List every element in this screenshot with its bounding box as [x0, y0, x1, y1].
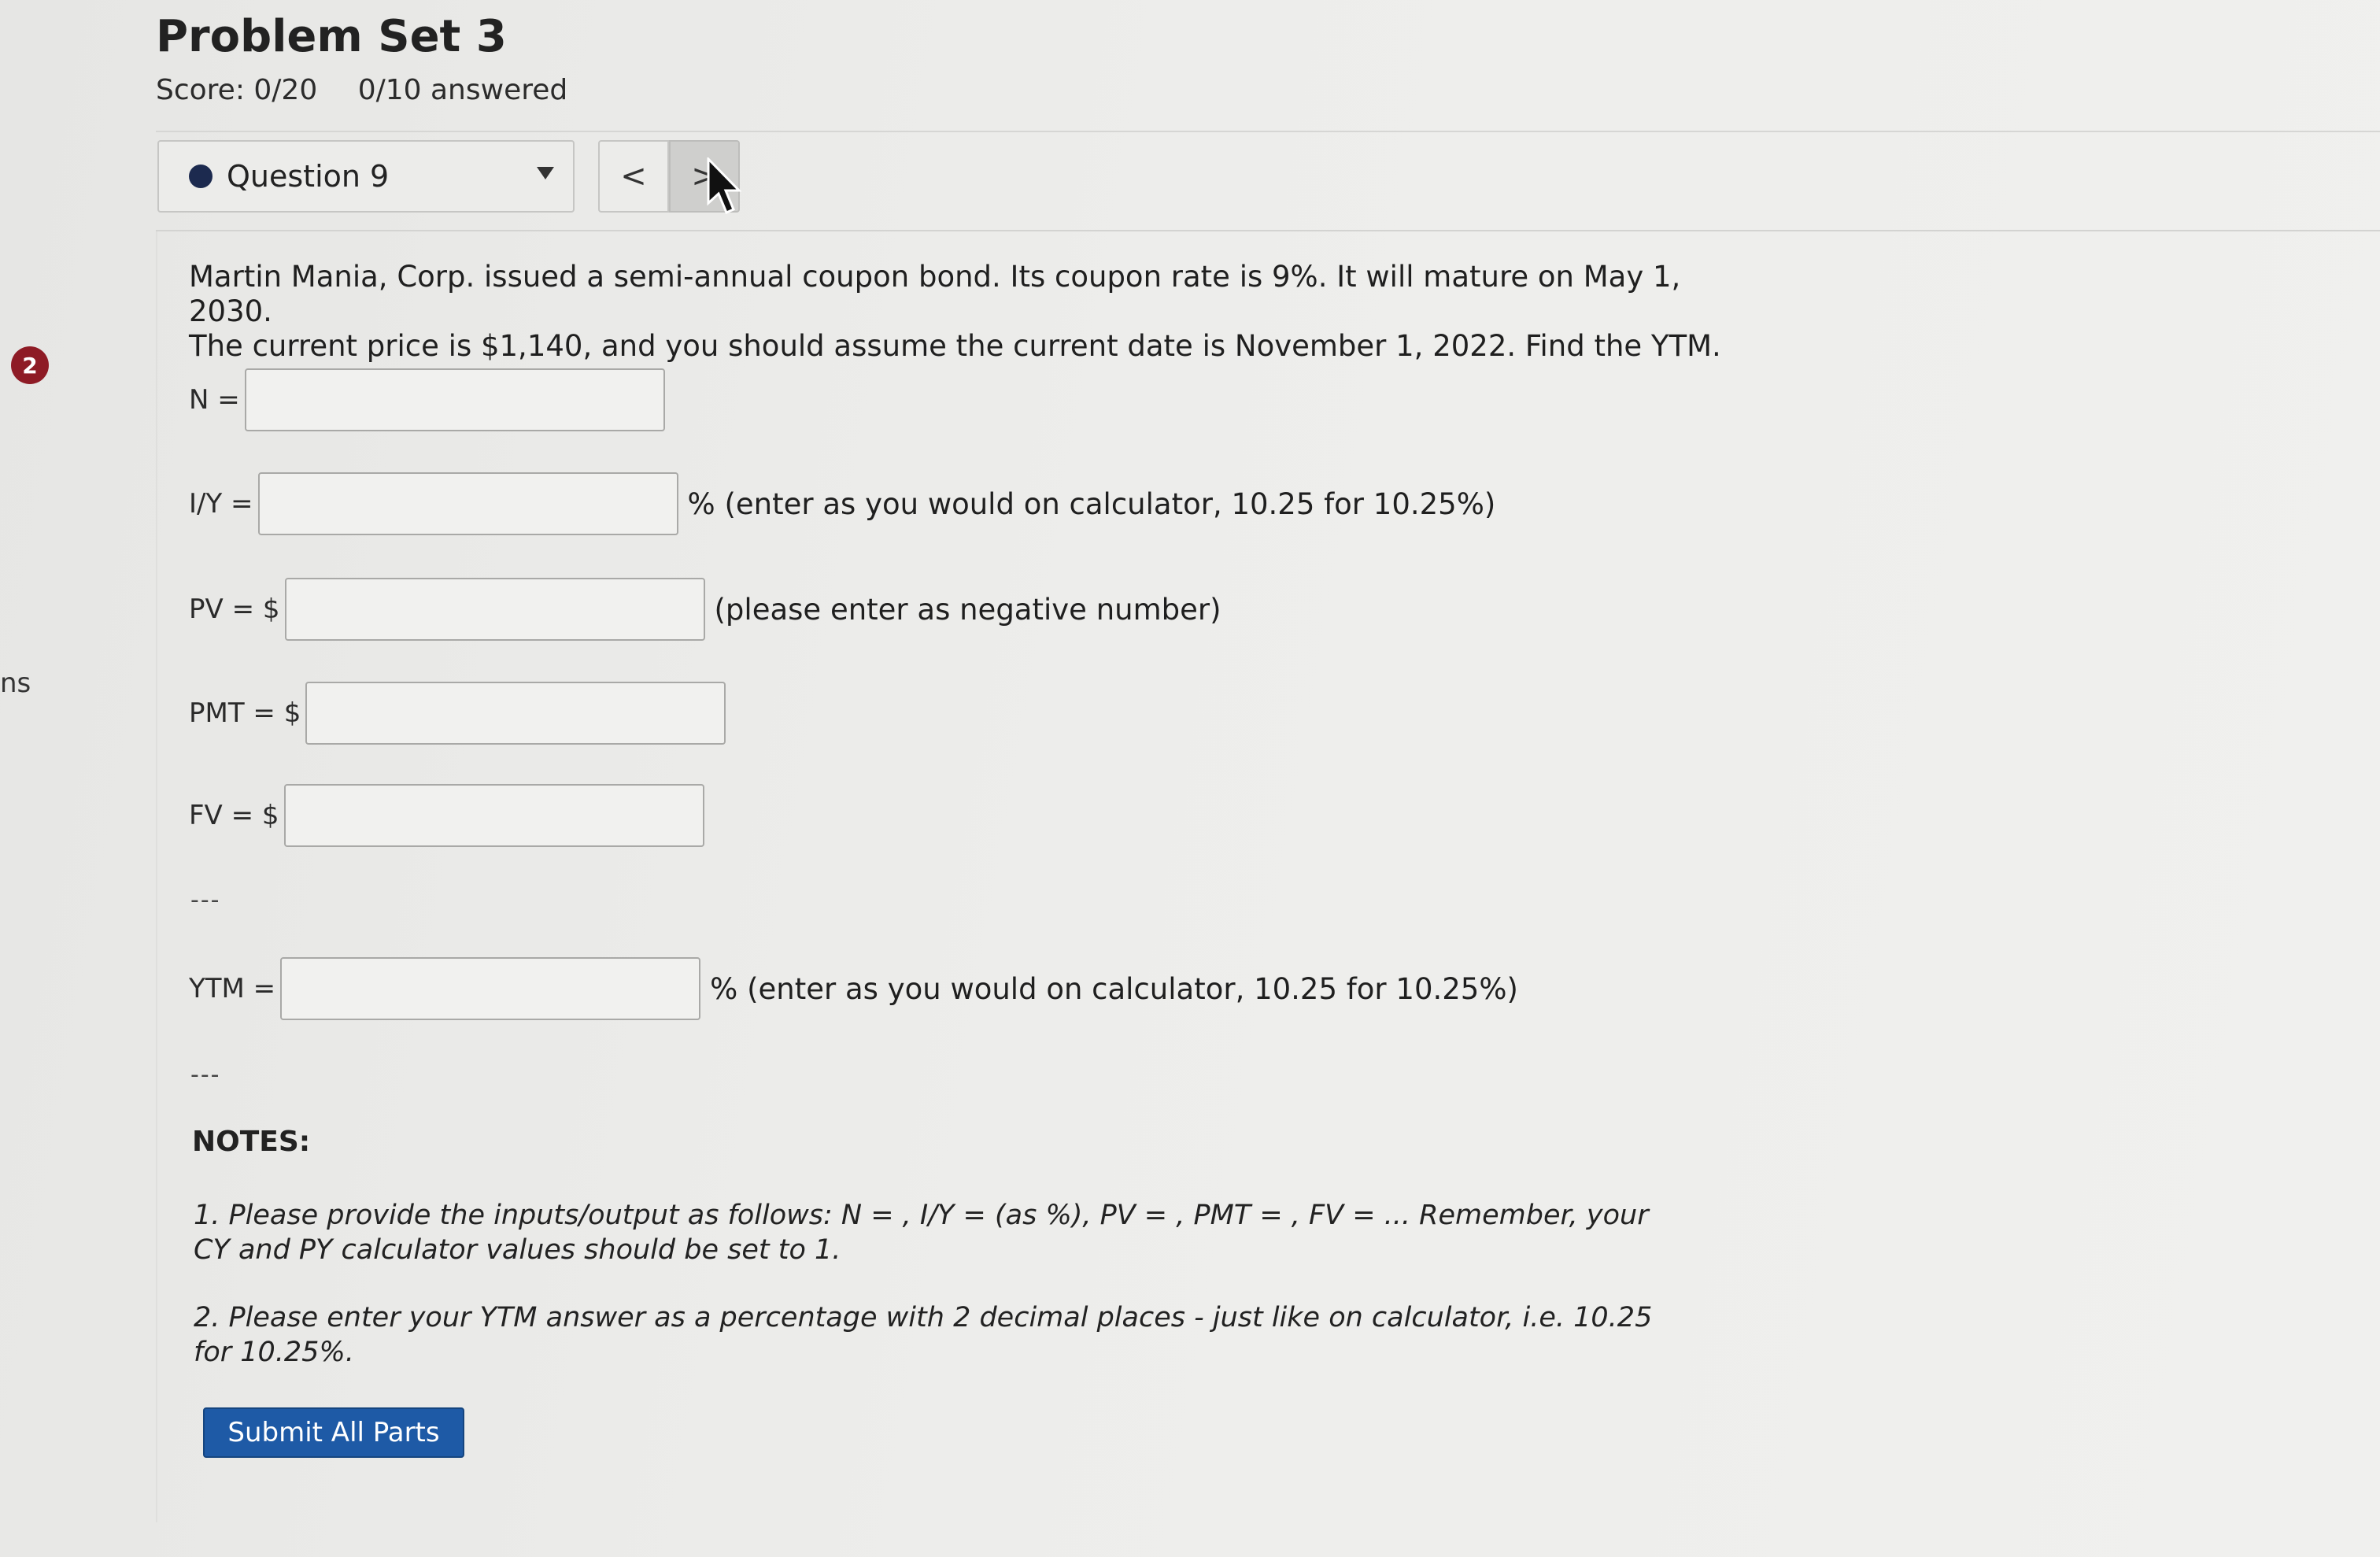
question-select[interactable]: Question 9: [157, 140, 575, 213]
side-edge-text: ns: [0, 668, 31, 699]
content-left-border: [156, 231, 157, 1522]
pmt-row: PMT = $: [189, 682, 726, 745]
chevron-left-icon: <: [620, 158, 647, 194]
previous-question-button[interactable]: <: [598, 140, 669, 213]
ytm-label: YTM =: [189, 973, 276, 1004]
notes-heading: NOTES:: [192, 1126, 311, 1158]
fv-input[interactable]: [283, 784, 704, 847]
side-question-badge[interactable]: 2: [11, 346, 49, 384]
note-2-line-2: for 10.25%.: [194, 1337, 354, 1368]
problem-line-1: Martin Mania, Corp. issued a semi-annual…: [189, 260, 1681, 328]
answered-count: 0/10 answered: [357, 74, 568, 106]
question-select-label: Question 9: [227, 159, 390, 194]
page-title: Problem Set 3: [156, 11, 507, 62]
caret-down-icon: [537, 167, 554, 179]
problem-line-2: The current price is $1,140, and you sho…: [189, 329, 1721, 363]
iy-row: I/Y = % (enter as you would on calculato…: [189, 472, 1495, 535]
page: 2 ns Problem Set 3 Score: 0/20 0/10 answ…: [0, 0, 2380, 1557]
ytm-input[interactable]: [280, 957, 701, 1020]
pv-input[interactable]: [284, 578, 705, 641]
toolbar-divider: [156, 131, 2380, 132]
separator-1: ---: [190, 886, 221, 914]
n-label: N =: [189, 384, 240, 416]
fv-row: FV = $: [189, 784, 704, 847]
pmt-label: PMT = $: [189, 697, 301, 729]
ytm-row: YTM = % (enter as you would on calculato…: [189, 957, 1518, 1020]
fv-label: FV = $: [189, 800, 279, 831]
n-row: N =: [189, 368, 665, 431]
separator-2: ---: [190, 1061, 221, 1089]
iy-label: I/Y =: [189, 488, 253, 520]
iy-input[interactable]: [257, 472, 678, 535]
pv-hint: (please enter as negative number): [714, 592, 1221, 627]
pv-row: PV = $ (please enter as negative number): [189, 578, 1221, 641]
pv-label: PV = $: [189, 594, 280, 625]
ytm-hint: % (enter as you would on calculator, 10.…: [710, 971, 1518, 1006]
question-status-dot-icon: [189, 165, 213, 188]
problem-statement: Martin Mania, Corp. issued a semi-annual…: [189, 260, 1731, 364]
iy-hint: % (enter as you would on calculator, 10.…: [687, 486, 1496, 521]
note-1: 1. Please provide the inputs/output as f…: [194, 1198, 1689, 1267]
submit-all-parts-button[interactable]: Submit All Parts: [203, 1407, 464, 1458]
note-2-line-1: 2. Please enter your YTM answer as a per…: [194, 1302, 1653, 1333]
pmt-input[interactable]: [305, 682, 726, 745]
score-line: Score: 0/20 0/10 answered: [156, 74, 599, 106]
score-text: Score: 0/20: [156, 74, 318, 106]
n-input[interactable]: [244, 368, 665, 431]
note-2: 2. Please enter your YTM answer as a per…: [194, 1300, 1689, 1370]
mouse-cursor-icon: [707, 157, 741, 214]
note-1-line-2: CY and PY calculator values should be se…: [194, 1234, 841, 1266]
note-1-line-1: 1. Please provide the inputs/output as f…: [194, 1200, 1649, 1231]
content-divider: [156, 230, 2380, 231]
